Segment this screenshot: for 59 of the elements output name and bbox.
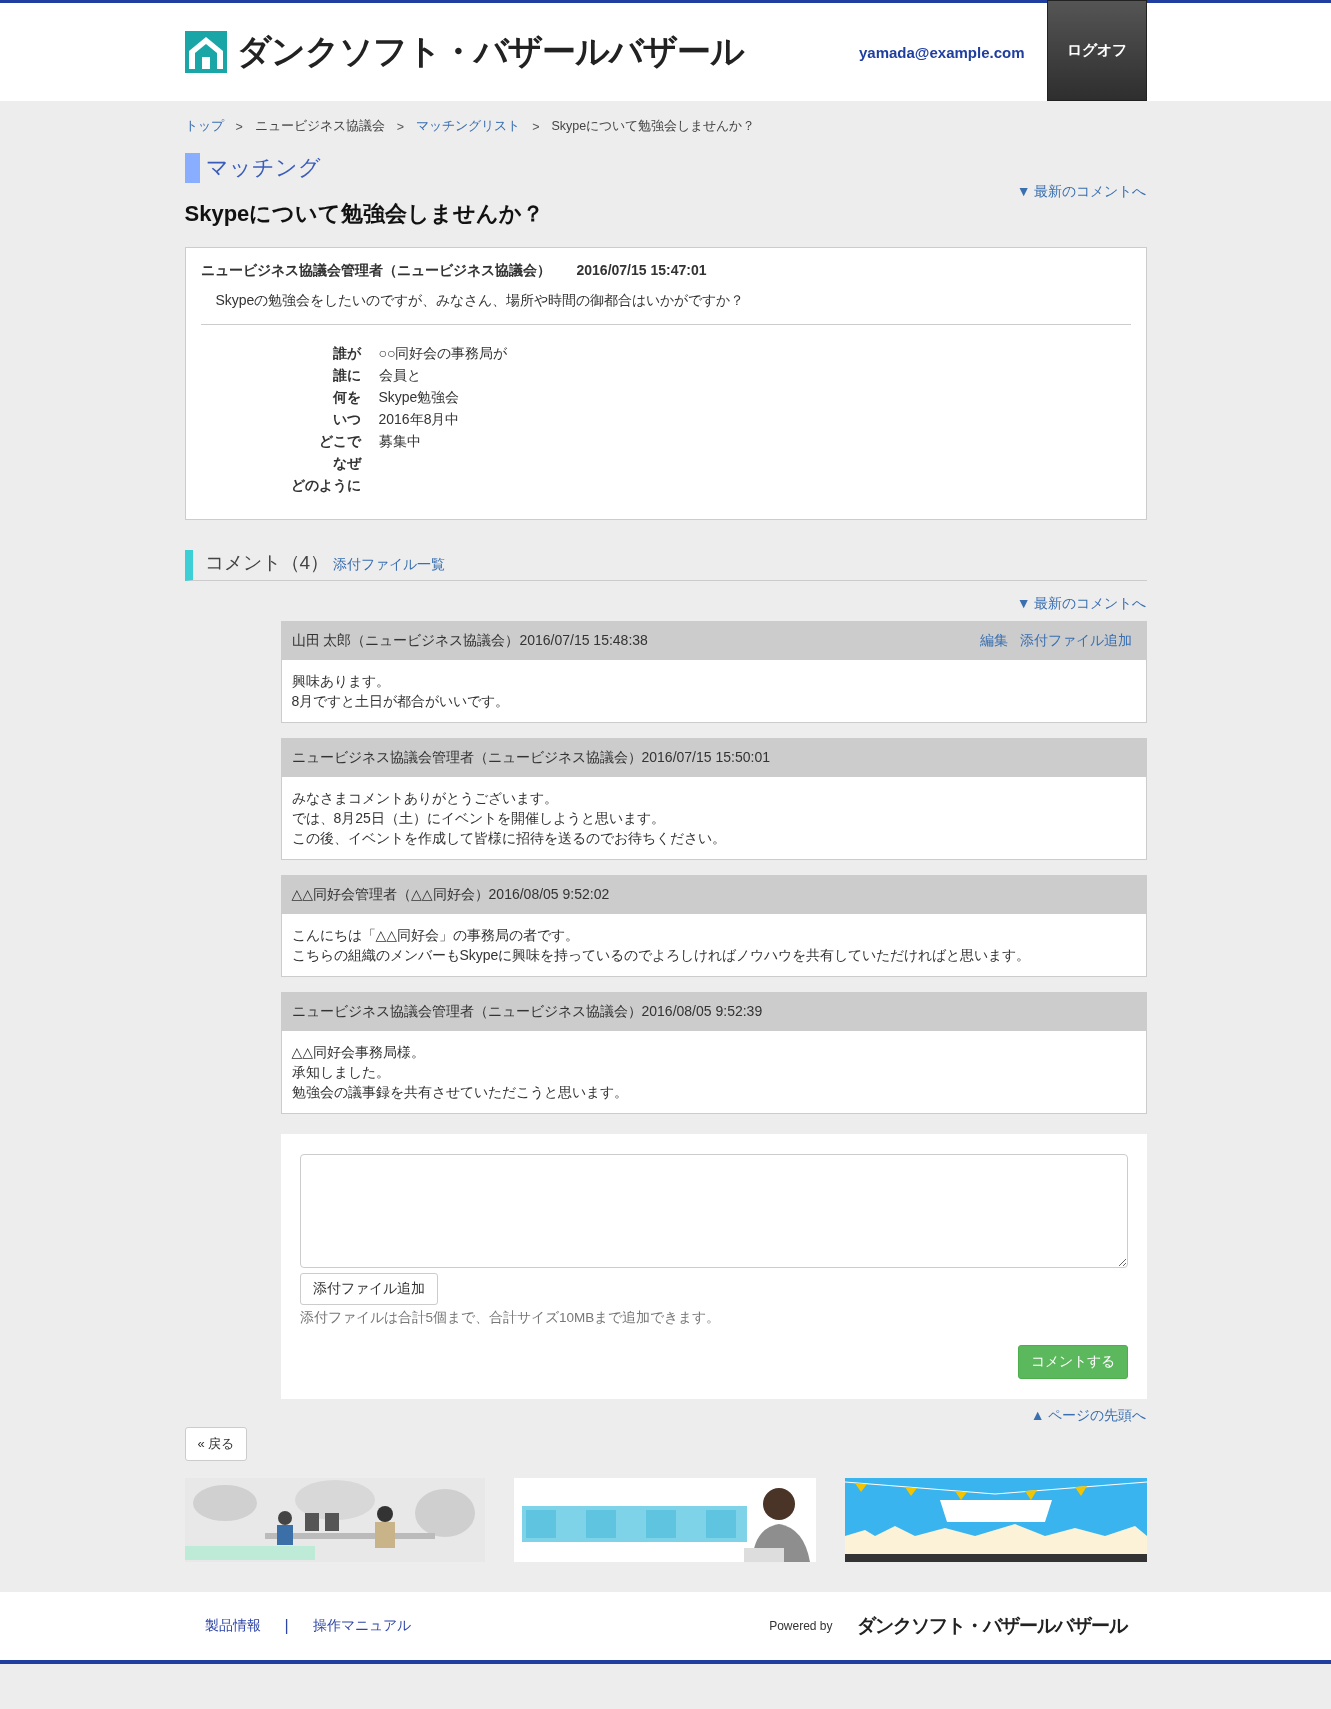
comment-text: 承知しました。 (291, 1063, 391, 1082)
comment-input[interactable] (299, 1154, 1128, 1268)
comment-author: 山田 太郎（ニュービジネス協議会）2016/07/15 15:48:38 (291, 632, 648, 650)
footer-link[interactable]: 製品情報 (204, 1617, 261, 1635)
breadcrumb-link[interactable]: トップ (184, 118, 224, 135)
latest-comment-link[interactable]: ▼ 最新のコメントへ (1016, 183, 1147, 201)
attach-file-button[interactable]: 添付ファイル追加 (299, 1273, 438, 1305)
comment-action-link[interactable]: 編集 (979, 632, 1008, 650)
field-value: ○○同好会の事務局が (378, 345, 509, 363)
comment-text: では、8月25日（土）にイベントを開催しようと思います。 (291, 809, 666, 828)
page-top-link[interactable]: ▲ ページの先頭へ (1030, 1407, 1147, 1425)
topic-title: Skypeについて勉強会しませんか？ (184, 200, 546, 228)
comment-text: こんにちは「△△同好会」の事務局の者です。 (291, 926, 581, 945)
latest-comment-link[interactable]: ▼ 最新のコメントへ (1016, 595, 1147, 613)
breadcrumb-item: ニュービジネス協議会 (254, 118, 385, 135)
powered-by-text: Powered by (769, 1619, 833, 1633)
comment-author: ニュービジネス協議会管理者（ニュービジネス協議会）2016/08/05 9:52:39 (291, 1003, 763, 1021)
comment-text: △△同好会事務局様。 (291, 1043, 427, 1062)
breadcrumb-separator: > (396, 119, 405, 134)
submit-comment-button[interactable]: コメントする (1017, 1345, 1128, 1379)
comment-text: この後、イベントを作成して皆様に招待を送るのでお待ちください。 (291, 829, 727, 848)
field-label: いつ (331, 411, 361, 429)
field-value: Skype勉強会 (378, 389, 461, 407)
breadcrumb-separator: > (235, 119, 243, 134)
user-email: yamada@example.com (858, 43, 1025, 61)
breadcrumb-item: Skypeについて勉強会しませんか？ (551, 118, 756, 135)
footer-separator: | (284, 1617, 289, 1635)
comment-text: みなさまコメントありがとうございます。 (291, 789, 559, 808)
comment-author: △△同好会管理者（△△同好会）2016/08/05 9:52:02 (291, 886, 610, 904)
logo-icon (184, 31, 227, 73)
field-label: 誰に (331, 367, 361, 385)
comments-title: コメント（4） (204, 551, 330, 575)
comment-text: 勉強会の議事録を共有させていただこうと思います。 (291, 1083, 629, 1102)
back-button[interactable]: « 戻る (184, 1427, 248, 1461)
footer-link[interactable]: 操作マニュアル (312, 1617, 411, 1635)
field-label: 誰が (331, 345, 361, 363)
footer-logo-text: ダンクソフト・バザールバザール (856, 1614, 1127, 1638)
comment-author: ニュービジネス協議会管理者（ニュービジネス協議会）2016/07/15 15:50:01 (291, 749, 770, 767)
field-value: 募集中 (378, 433, 422, 451)
logoff-button[interactable]: ログオフ (1046, 0, 1147, 101)
comment-text: こちらの組織のメンバーもSkypeに興味を持っているのでよろしければノウハウを共有していただければと思います。 (291, 946, 1032, 965)
comment-action-link[interactable]: 添付ファイル追加 (1019, 632, 1132, 650)
post-datetime: 2016/07/15 15:47:01 (576, 262, 707, 280)
field-label: どのように (289, 477, 361, 495)
post-author: ニュービジネス協議会管理者（ニュービジネス協議会） (200, 262, 551, 280)
field-value: 会員と (378, 367, 422, 385)
attachments-link[interactable]: 添付ファイル一覧 (333, 556, 446, 574)
attachment-note: 添付ファイルは合計5個まで、合計サイズ10MBまで追加できます。 (299, 1309, 721, 1327)
field-label: どこで (317, 433, 361, 451)
field-label: なぜ (331, 455, 361, 473)
comment-text: 興味あります。 (291, 672, 391, 691)
field-value: 2016年8月中 (378, 411, 461, 429)
section-title: マッチング (184, 153, 1147, 183)
comment-text: 8月ですと土日が都合がいいです。 (291, 692, 511, 711)
breadcrumb-link[interactable]: マッチングリスト (416, 118, 521, 135)
post-body: Skypeの勉強会をしたいのですが、みなさん、場所や時間の御都合はいかがですか？ (215, 292, 745, 308)
logo-text: ダンクソフト・バザールバザール (236, 31, 744, 72)
breadcrumb-separator: > (532, 119, 540, 134)
field-label: 何を (331, 389, 361, 407)
